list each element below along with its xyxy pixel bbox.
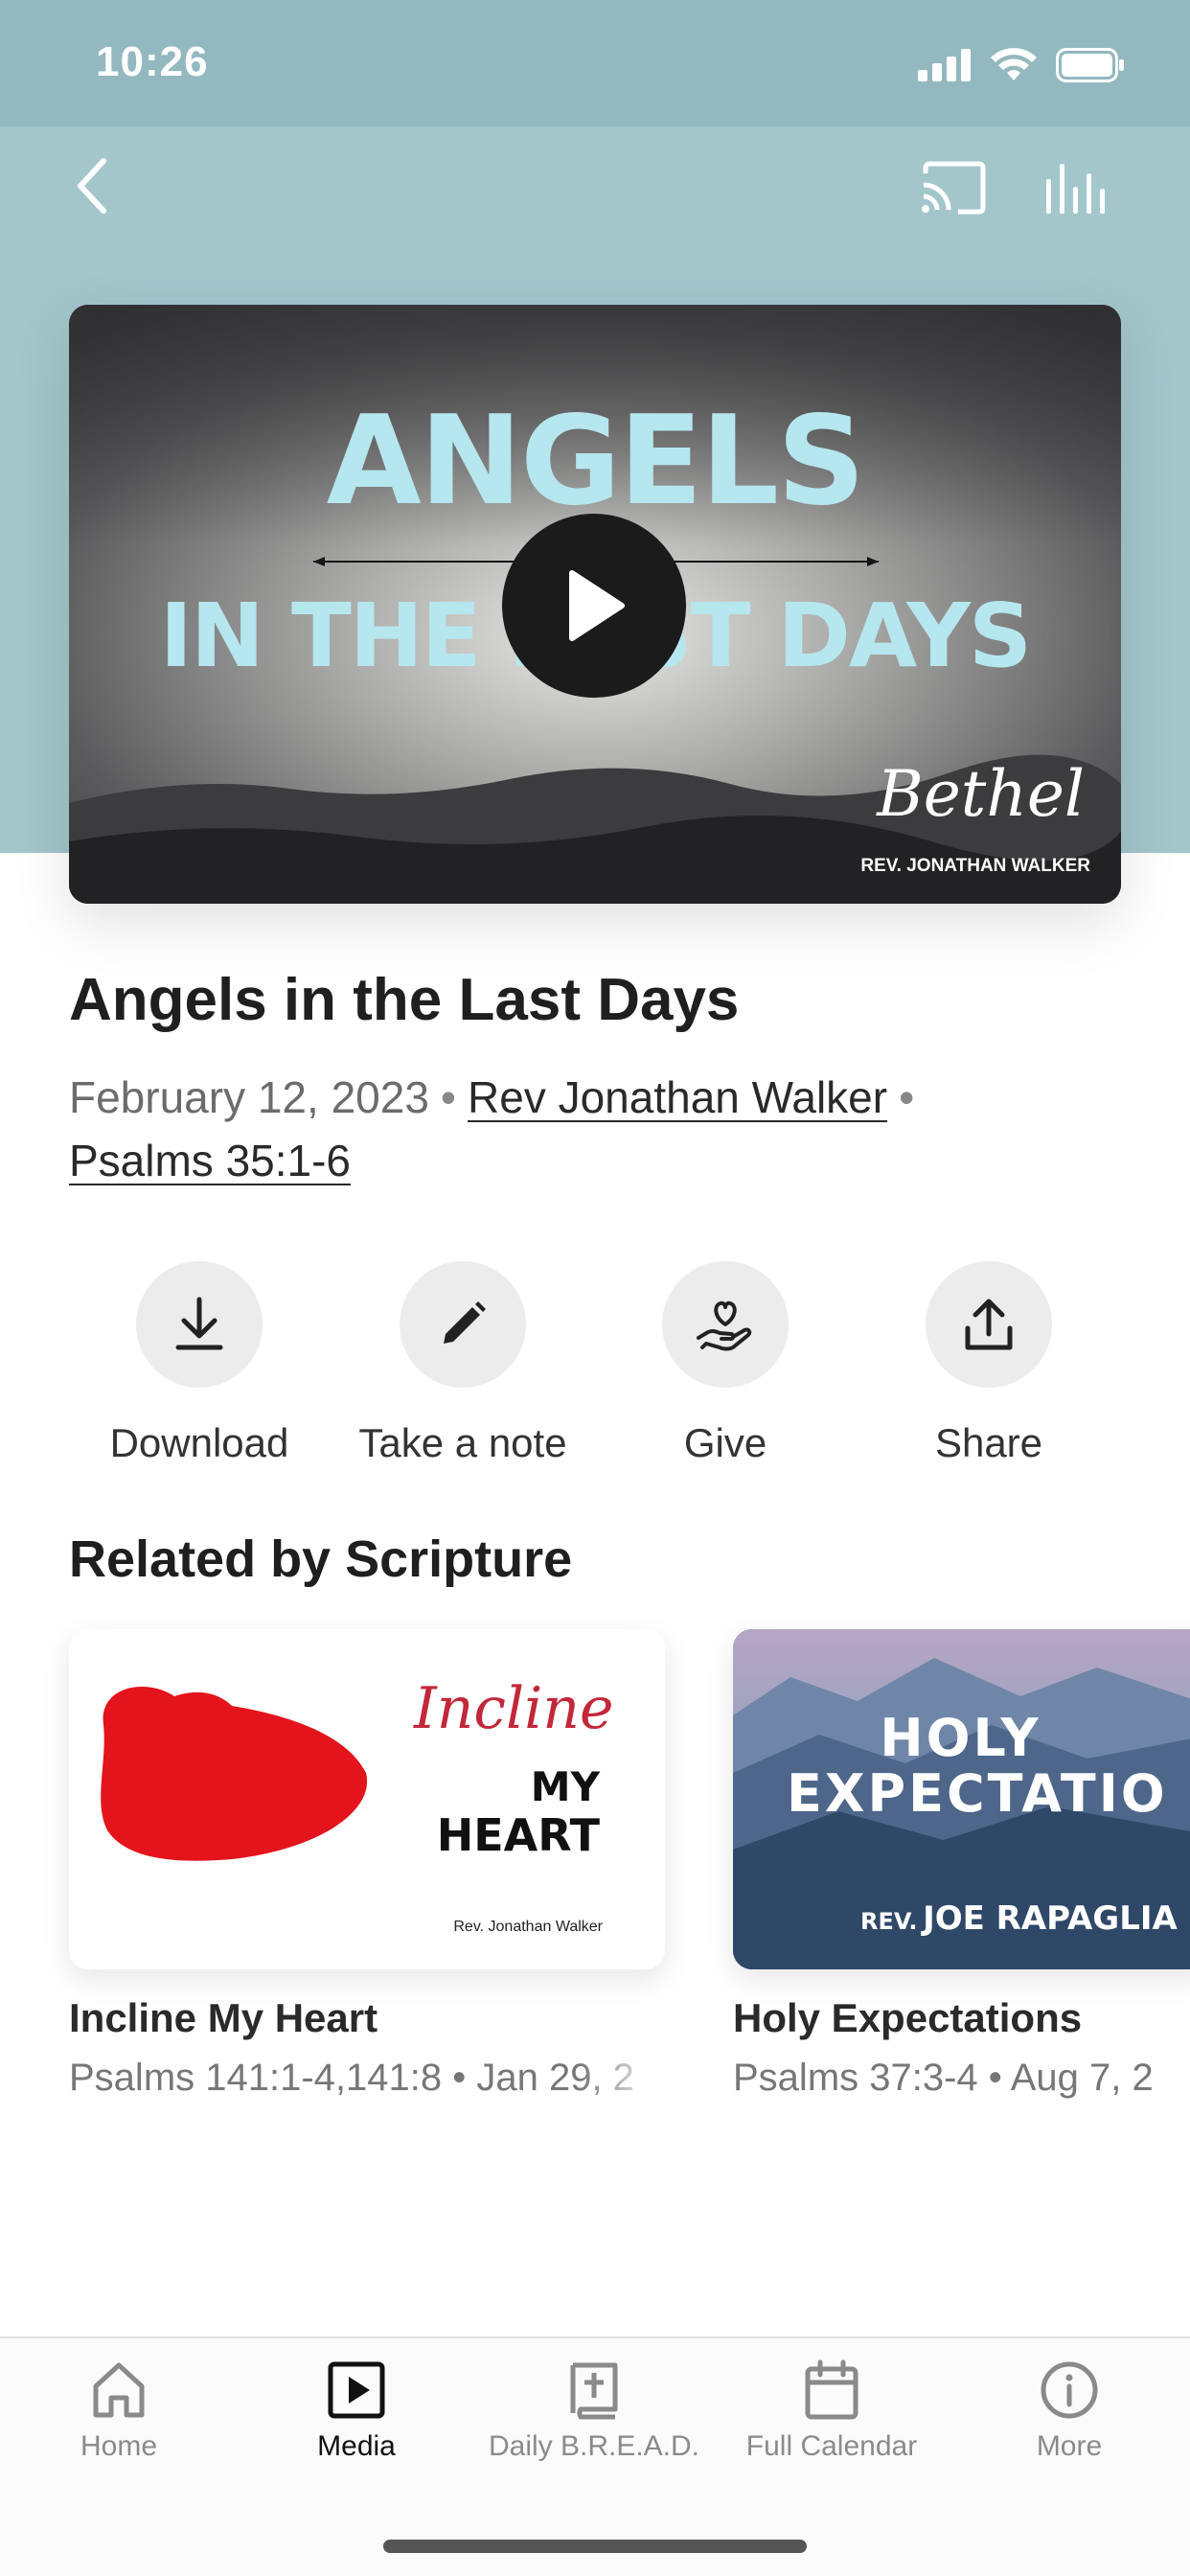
speaker-link[interactable]: Rev Jonathan Walker	[468, 1072, 887, 1122]
related-item-subtitle: Psalms 37:3-4 • Aug 7, 2	[733, 2057, 1154, 2099]
info-icon	[1041, 2361, 1098, 2419]
holy-art-speaker-name: JOE RAPAGLIA	[923, 1899, 1178, 1938]
audio-bars-icon	[1046, 164, 1105, 214]
calendar-icon	[805, 2359, 858, 2420]
download-button[interactable]	[136, 1261, 263, 1388]
tab-daily-bread-label: Daily B.R.E.A.D.	[488, 2430, 700, 2462]
share-button[interactable]	[926, 1261, 1052, 1388]
audio-bars-button[interactable]	[1040, 153, 1116, 222]
incline-script-text: Incline	[414, 1675, 614, 1742]
holy-art-speaker: REV. JOE RAPAGLIA	[860, 1899, 1178, 1938]
related-section-title: Related by Scripture	[69, 1530, 573, 1588]
holy-art-line2: EXPECTATIO	[787, 1763, 1168, 1824]
tab-more-label: More	[1036, 2430, 1103, 2462]
related-item-subtitle: Psalms 141:1-4,141:8 • Jan 29, 2	[69, 2057, 634, 2099]
home-icon	[93, 2362, 145, 2418]
text-fade	[579, 2051, 665, 2108]
cast-button[interactable]	[915, 153, 992, 222]
video-player-card[interactable]: ANGELS IN THE LAST DAYS Bethel REV. JONA…	[69, 305, 1121, 904]
sermon-meta: February 12, 2023 • Rev Jonathan Walker • Ps…	[69, 1066, 1123, 1192]
back-button[interactable]	[57, 151, 126, 220]
video-art-brand: Bethel	[877, 757, 1085, 831]
status-time: 10:26	[96, 38, 209, 85]
tab-home-label: Home	[80, 2430, 158, 2462]
sermon-title: Angels in the Last Days	[69, 967, 740, 1033]
share-icon	[965, 1299, 1013, 1350]
tab-more[interactable]: More	[950, 2359, 1188, 2463]
download-action[interactable]: Download	[75, 1261, 324, 1466]
share-label: Share	[934, 1420, 1043, 1465]
give-label: Give	[683, 1420, 767, 1465]
tab-media[interactable]: Media	[238, 2359, 475, 2463]
give-heart-hand-icon	[697, 1300, 752, 1351]
home-indicator	[383, 2540, 807, 2553]
wifi-icon	[991, 48, 1037, 80]
take-note-label: Take a note	[358, 1420, 567, 1465]
scripture-link[interactable]: Psalms 35:1-6	[69, 1136, 351, 1185]
sermon-date: February 12, 2023	[69, 1072, 429, 1122]
pencil-icon	[444, 1301, 486, 1344]
meta-separator: •	[440, 1072, 457, 1122]
related-card-incline-my-heart[interactable]: Incline MY HEART Rev. Jonathan Walker	[69, 1629, 665, 1969]
video-art-speaker: REV. JONATHAN WALKER	[860, 856, 1090, 876]
take-note-button[interactable]	[400, 1261, 526, 1388]
tab-daily-bread[interactable]: Daily B.R.E.A.D.	[475, 2359, 713, 2463]
play-icon	[569, 570, 625, 641]
give-button[interactable]	[662, 1261, 789, 1388]
bible-icon	[570, 2362, 618, 2420]
tab-media-label: Media	[317, 2430, 396, 2462]
media-play-icon	[328, 2361, 385, 2419]
signal-icon	[918, 49, 971, 81]
chevron-left-icon	[78, 158, 106, 214]
status-icons	[918, 46, 1125, 84]
tab-home[interactable]: Home	[0, 2359, 238, 2463]
status-bar: 10:26	[0, 0, 1190, 126]
related-item-title[interactable]: Holy Expectations	[733, 1995, 1082, 2041]
holy-art-speaker-prefix: REV.	[860, 1908, 918, 1935]
incline-art-speaker: Rev. Jonathan Walker	[453, 1919, 603, 1935]
play-button[interactable]	[502, 514, 686, 698]
related-card-holy-expectations[interactable]: HOLY EXPECTATIO REV. JOE RAPAGLIA	[733, 1629, 1190, 1969]
take-note-action[interactable]: Take a note	[338, 1261, 587, 1466]
tab-full-calendar[interactable]: Full Calendar	[713, 2359, 950, 2463]
download-icon	[175, 1297, 223, 1350]
tab-full-calendar-label: Full Calendar	[745, 2430, 918, 2462]
holy-art-line1: HOLY	[880, 1708, 1041, 1768]
incline-art-line2: MY	[530, 1763, 600, 1810]
cast-icon	[922, 161, 986, 215]
give-action[interactable]: Give	[601, 1261, 850, 1466]
download-label: Download	[109, 1420, 289, 1465]
incline-art-line3: HEART	[436, 1809, 600, 1861]
share-action[interactable]: Share	[864, 1261, 1113, 1466]
related-item-title[interactable]: Incline My Heart	[69, 1995, 378, 2041]
video-art-title-line1: ANGELS	[326, 390, 865, 533]
meta-separator: •	[899, 1072, 915, 1122]
battery-icon	[1056, 48, 1124, 82]
